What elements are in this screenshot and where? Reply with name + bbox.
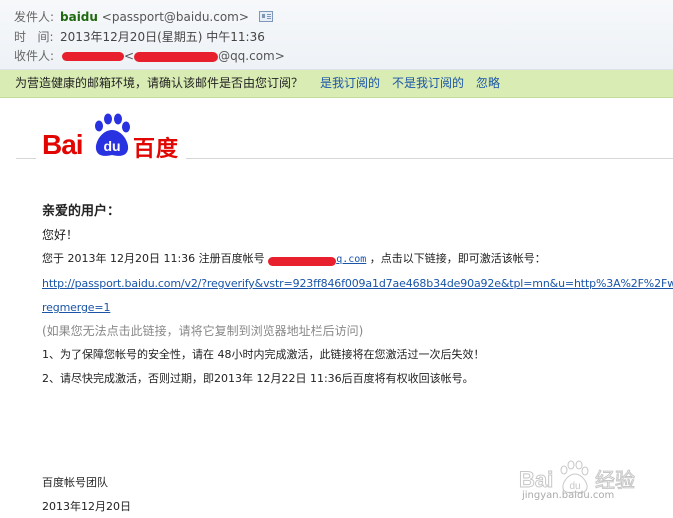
watermark-url: jingyan.baidu.com (522, 490, 615, 501)
paw-text: du (103, 138, 120, 154)
registration-prefix: 您于 2013年 12月20日 11:36 注册百度帐号 (42, 252, 265, 265)
sender-name[interactable]: baidu (60, 10, 98, 24)
contact-card-icon[interactable] (258, 11, 273, 22)
not-subscribed-link[interactable]: 不是我订阅的 (392, 70, 464, 97)
redacted-account (268, 257, 337, 266)
watermark-cn: 经验 (595, 468, 635, 492)
subscribed-link[interactable]: 是我订阅的 (320, 70, 380, 97)
hello-text: 您好！ (42, 228, 79, 242)
signature-team: 百度帐号团队 (42, 476, 108, 489)
verify-link-line2[interactable]: regmerge=1 (42, 299, 110, 317)
registration-suffix: ，点击以下链接，即可激活该帐号： (369, 252, 546, 265)
baidu-paw-icon: du (95, 113, 130, 156)
expiry-note-2: 2、请尽快完成激活，否则过期，即2013年 12月22日 11:36后百度将有权… (42, 372, 474, 385)
time-label: 时 间: (14, 30, 54, 44)
sender-address[interactable]: <passport@baidu.com> (102, 10, 249, 24)
to-label: 收件人: (14, 49, 55, 63)
from-row: 发件人: baidu <passport@baidu.com> (14, 8, 273, 26)
notice-text: 为营造健康的邮箱环境，请确认该邮件是否由您订阅？ (15, 76, 304, 90)
logo-chinese-text: 百度 (133, 137, 180, 162)
copy-link-hint: (如果您无法点击此链接，请将它复制到浏览器地址栏后访问) (42, 324, 364, 338)
time-row: 时 间: 2013年12月20日(星期五) 中午11:36 (14, 28, 265, 46)
security-note-1: 1、为了保障您帐号的安全性，请在 48小时内完成激活，此链接将在您激活过一次后失… (42, 348, 485, 361)
recipient-address-suffix[interactable]: @qq.com> (218, 49, 285, 63)
baidu-logo: Bai du 百度 (40, 113, 190, 163)
logo-latin-text: Bai (42, 129, 84, 160)
account-link[interactable]: q.com (268, 254, 366, 266)
subscription-notice-bar: 为营造健康的邮箱环境，请确认该邮件是否由您订阅？ 是我订阅的 不是我订阅的 忽略 (0, 70, 673, 98)
from-label: 发件人: (14, 10, 55, 24)
signature-date: 2013年12月20日 (42, 500, 131, 513)
redacted-recipient-name (62, 52, 124, 61)
mail-header: 发件人: baidu <passport@baidu.com> 时 间: 2013年… (0, 0, 673, 70)
watermark-paw-icon: du (560, 460, 589, 493)
watermark-brand: Bai (519, 467, 553, 492)
recipient-open-bracket: < (124, 49, 135, 63)
verify-link-line1[interactable]: http://passport.baidu.com/v2/?regverify&… (42, 275, 673, 293)
ignore-link[interactable]: 忽略 (476, 70, 500, 97)
time-value: 2013年12月20日(星期五) 中午11:36 (60, 30, 265, 44)
baidu-jingyan-watermark: Bai du 经验 (519, 460, 636, 493)
to-row: 收件人: < @qq.com> (14, 47, 285, 65)
registration-line: 您于 2013年 12月20日 11:36 注册百度帐号 q.com ，点击以下… (42, 250, 546, 269)
greeting: 亲爱的用户： (42, 204, 121, 219)
redacted-recipient-address (134, 51, 219, 62)
